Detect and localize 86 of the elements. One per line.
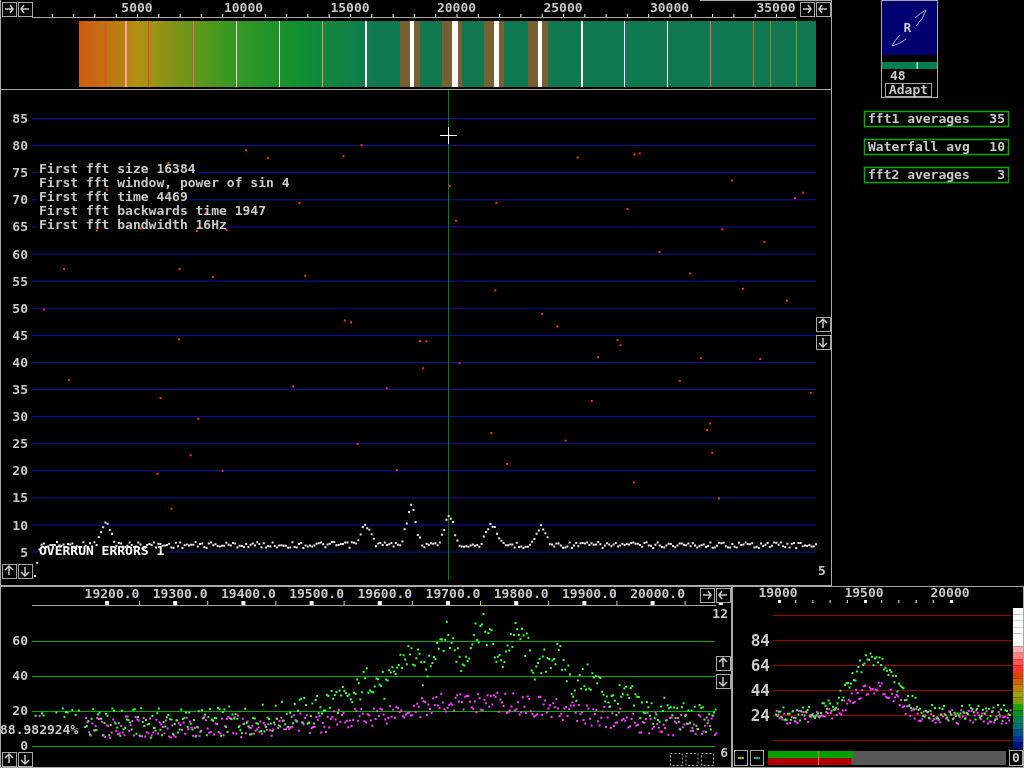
- meter-letter: R: [903, 20, 912, 35]
- scale-value: 12: [712, 606, 728, 621]
- fft-info-text: First fft backwards time 1947: [39, 203, 266, 218]
- fft-info-text: First fft window, power of sin 4: [39, 175, 290, 190]
- down-arrow-button[interactable]: [716, 674, 731, 689]
- fft-info-text: First fft time 4469: [39, 189, 188, 204]
- frequency-label: 19300.0: [152, 586, 208, 601]
- level-label: 15: [12, 490, 28, 506]
- level-label: 85: [12, 111, 28, 126]
- level-label: 35: [12, 382, 28, 397]
- counter-button[interactable]: 0: [1009, 750, 1023, 766]
- level-label: 45: [12, 327, 28, 343]
- up-arrow-button[interactable]: [2, 752, 17, 767]
- frequency-label: 20000.0: [630, 586, 685, 601]
- level-label: 40: [12, 354, 28, 370]
- level-label: 55: [12, 273, 28, 289]
- trace-toggle-button[interactable]: [734, 750, 748, 766]
- averages-setting[interactable]: fft2 averages 3: [863, 166, 1010, 184]
- frequency-label: 19600.0: [357, 586, 413, 601]
- up-arrow-button[interactable]: [716, 656, 731, 671]
- crosshair-cursor-icon: [439, 126, 458, 145]
- meter-bar: [882, 62, 937, 69]
- dotted-box-icon[interactable]: [670, 753, 683, 766]
- frequency-label: 5000: [121, 0, 153, 15]
- frequency-label: 19000: [758, 586, 798, 600]
- right-arrow-button[interactable]: [700, 588, 715, 603]
- level-label: 60: [12, 633, 28, 648]
- level-label: 20: [12, 463, 28, 479]
- up-arrow-button[interactable]: [816, 317, 831, 332]
- left-arrow-button[interactable]: [18, 2, 33, 17]
- level-label: 20: [12, 703, 28, 718]
- left-arrow-button[interactable]: [716, 588, 731, 603]
- percent-value: 88.982924%: [0, 722, 79, 737]
- level-label: 65: [12, 219, 28, 235]
- fft-info-text: First fft size 16384: [39, 161, 196, 176]
- level-label: 50: [12, 300, 28, 316]
- grid-line: [32, 226, 37, 228]
- fft-info-text: First fft bandwidth 16Hz: [39, 217, 227, 232]
- frequency-label: 20000: [930, 586, 970, 600]
- dotted-box-icon[interactable]: [701, 753, 714, 766]
- level-label: 70: [12, 192, 28, 208]
- up-arrow-button[interactable]: [2, 564, 17, 579]
- frequency-label: 19500: [844, 586, 884, 600]
- frequency-label: 19700.0: [425, 586, 481, 601]
- frequency-label: 19900.0: [562, 586, 617, 601]
- frequency-label: 30000: [649, 0, 690, 15]
- down-arrow-button[interactable]: [816, 335, 831, 350]
- frequency-label: 19500.0: [289, 586, 344, 601]
- level-label: 40: [12, 668, 28, 683]
- level-label: 80: [12, 138, 28, 154]
- level-label: 44: [750, 681, 770, 700]
- frequency-label: 19200.0: [84, 586, 140, 601]
- level-label: 25: [12, 436, 28, 452]
- level-label: 0: [20, 738, 28, 753]
- trace-toggle-button[interactable]: [750, 750, 764, 766]
- level-label: 84: [750, 631, 770, 650]
- down-arrow-button[interactable]: [18, 564, 33, 579]
- frequency-label: 35000: [756, 0, 796, 15]
- level-label: 5: [20, 544, 28, 560]
- frequency-label: 20000: [436, 0, 477, 15]
- overrun-errors-text: OVERRUN ERRORS 1: [39, 543, 165, 558]
- frequency-label: 10000: [223, 0, 264, 15]
- frequency-label: 25000: [543, 0, 583, 15]
- level-label: 5: [818, 563, 826, 578]
- frequency-label: 15000: [330, 0, 370, 15]
- down-arrow-button[interactable]: [18, 752, 33, 767]
- averages-setting[interactable]: Waterfall avg 10: [863, 138, 1010, 156]
- grid-line: [32, 551, 37, 553]
- level-label: 60: [12, 246, 28, 262]
- level-label: 10: [12, 517, 28, 533]
- level-label: 30: [12, 409, 28, 425]
- right-arrow-button[interactable]: [2, 2, 17, 17]
- averages-setting[interactable]: fft1 averages 35: [863, 110, 1010, 128]
- dotted-box-icon[interactable]: [685, 753, 699, 766]
- level-label: 75: [12, 165, 28, 181]
- level-label: 24: [750, 706, 770, 725]
- scale-value: 6: [720, 745, 728, 760]
- adapt-button[interactable]: Adapt: [885, 82, 932, 97]
- frequency-label: 19400.0: [221, 586, 276, 601]
- right-arrow-button[interactable]: [800, 2, 815, 17]
- meter-value: 48: [890, 68, 906, 83]
- level-label: 64: [750, 656, 770, 675]
- grid-line: [32, 172, 37, 174]
- grid-line: [32, 199, 37, 201]
- left-arrow-button[interactable]: [816, 2, 831, 17]
- frequency-label: 19800.0: [493, 586, 549, 601]
